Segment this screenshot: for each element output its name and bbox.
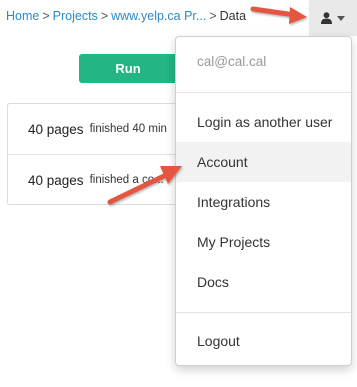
menu-item-login-as-another-user[interactable]: Login as another user	[176, 102, 351, 142]
user-email: cal@cal.cal	[197, 54, 267, 69]
breadcrumb-home[interactable]: Home	[6, 9, 39, 23]
breadcrumb: Home > Projects > www.yelp.ca Pr... > Data	[6, 9, 246, 23]
breadcrumb-separator: >	[100, 9, 109, 23]
annotation-arrow-icon	[250, 6, 307, 24]
run-pages: 40 pages	[28, 172, 84, 188]
divider	[176, 312, 351, 313]
run-button[interactable]: Run	[79, 54, 177, 83]
page: Home > Projects > www.yelp.ca Pr... > Data Run…	[0, 0, 357, 387]
divider	[176, 92, 351, 93]
menu-item-logout[interactable]: Logout	[176, 321, 351, 361]
annotation-arrow-icon	[107, 166, 182, 205]
run-status: finished 40 min	[89, 123, 167, 135]
breadcrumb-separator: >	[209, 9, 217, 23]
menu-item-my-projects[interactable]: My Projects	[176, 222, 351, 262]
user-menu-toggle[interactable]	[309, 0, 357, 36]
breadcrumb-separator: >	[42, 9, 50, 23]
menu-item-account[interactable]: Account	[176, 142, 351, 182]
menu-item-integrations[interactable]: Integrations	[176, 182, 351, 222]
breadcrumb-project[interactable]: www.yelp.ca Pr...	[111, 9, 206, 23]
user-icon	[321, 12, 332, 24]
breadcrumb-projects[interactable]: Projects	[53, 9, 98, 23]
breadcrumb-current: Data	[219, 9, 247, 23]
menu-item-docs[interactable]: Docs	[176, 262, 351, 302]
run-pages: 40 pages	[28, 121, 84, 137]
chevron-down-icon	[337, 15, 345, 21]
user-dropdown-menu: cal@cal.cal Login as another user Accoun…	[175, 36, 352, 366]
